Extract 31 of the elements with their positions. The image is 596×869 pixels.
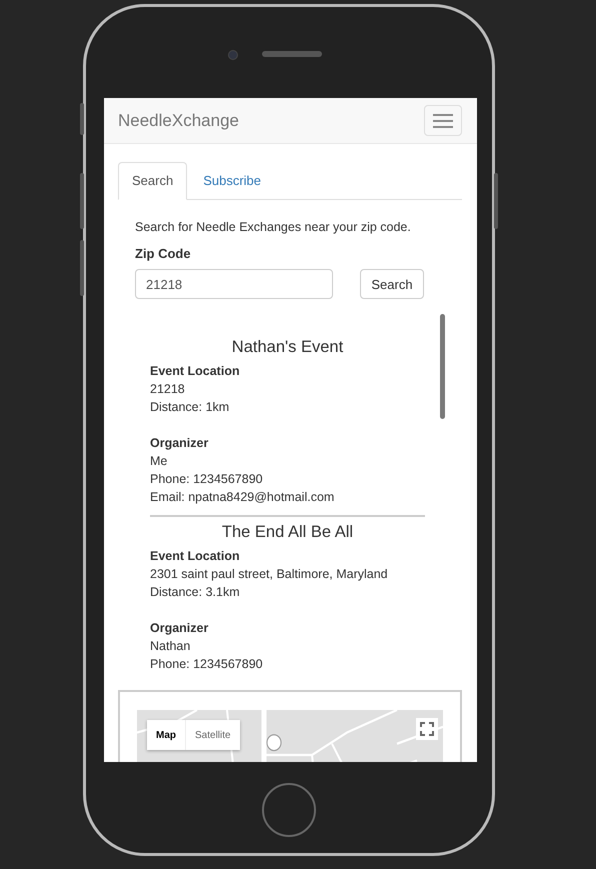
detail-text: Distance: 3.1km — [150, 584, 241, 601]
map-type-button[interactable]: Satellite — [185, 720, 240, 750]
search-button[interactable]: Search — [360, 269, 424, 299]
section-label: Organizer — [150, 620, 210, 637]
event-title: Nathan's Event — [230, 337, 344, 358]
intro-text: Search for Needle Exchanges near your zip code. — [135, 219, 412, 236]
camera-icon — [228, 50, 238, 60]
detail-text: 2301 saint paul street, Baltimore, Maryland — [150, 566, 389, 583]
home-button[interactable] — [262, 783, 316, 837]
tab[interactable]: Search — [118, 162, 188, 200]
brand-link[interactable]: NeedleXchange — [118, 110, 239, 130]
section-label: Event Location — [150, 363, 241, 380]
detail-text: Email: npatna8429@hotmail.com — [150, 489, 336, 506]
detail-text: Distance: 1km — [150, 399, 230, 416]
detail-text: Nathan — [150, 638, 192, 655]
scrollbar-thumb[interactable] — [440, 314, 445, 419]
speaker-grille — [262, 51, 322, 57]
detail-text: 21218 — [150, 381, 186, 398]
detail-text: Me — [150, 453, 168, 470]
fullscreen-icon — [420, 722, 434, 736]
section-label: Event Location — [150, 548, 241, 565]
event-title: The End All Be All — [220, 522, 354, 543]
fullscreen-button[interactable] — [416, 718, 438, 740]
detail-text: Phone: 1234567890 — [150, 471, 264, 488]
zip-code-field[interactable]: 21218 — [135, 269, 333, 299]
detail-text: Phone: 1234567890 — [150, 656, 264, 673]
map-type-button[interactable]: Map — [147, 720, 185, 750]
tab[interactable]: Subscribe — [189, 162, 276, 200]
field-label: Zip Code — [135, 245, 192, 263]
menu-button[interactable] — [424, 105, 462, 136]
section-label: Organizer — [150, 435, 210, 452]
